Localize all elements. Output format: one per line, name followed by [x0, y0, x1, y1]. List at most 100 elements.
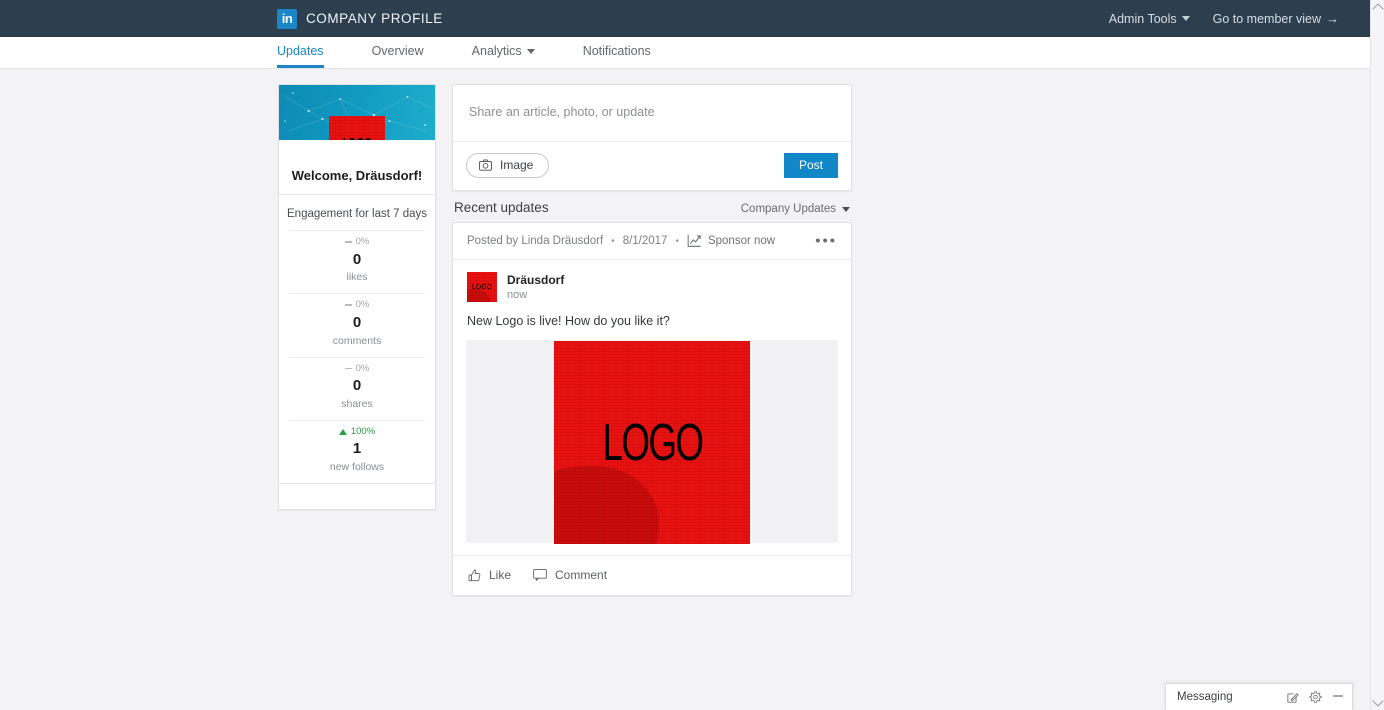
page-body: LOGO Welcome, Dräusdorf! Engagement for …: [0, 69, 1384, 597]
add-image-label: Image: [500, 158, 534, 172]
flat-trend-icon: [344, 241, 352, 243]
stat-new-follows-label: new follows: [329, 461, 385, 473]
company-avatar[interactable]: LOGO: [467, 272, 497, 303]
share-input[interactable]: Share an article, photo, or update: [453, 85, 851, 142]
tab-updates[interactable]: Updates: [277, 37, 324, 68]
stat-shares-delta-value: 0%: [355, 362, 370, 374]
tab-overview[interactable]: Overview: [372, 37, 424, 68]
like-label: Like: [489, 568, 512, 583]
post-card: Posted by Linda Dräusdorf • 8/1/2017 • S…: [452, 222, 852, 597]
stat-shares-label: shares: [341, 397, 373, 410]
sponsor-now-label: Sponsor now: [707, 235, 776, 247]
admin-tools-menu[interactable]: Admin Tools: [1109, 12, 1190, 26]
meta-separator-icon: •: [675, 235, 679, 247]
minimize-messaging-button[interactable]: [1332, 692, 1344, 702]
flat-trend-icon: [344, 304, 352, 306]
chevron-down-icon: [842, 206, 850, 212]
main-column: Share an article, photo, or update Image…: [452, 84, 852, 597]
camera-icon: [479, 159, 492, 171]
post-image-logo-text: LOGO: [602, 413, 704, 472]
messaging-actions: [1287, 691, 1344, 704]
stat-new-follows-value: 1: [352, 440, 362, 458]
trending-chart-icon: [687, 234, 701, 247]
page-scrollbar[interactable]: [1370, 0, 1384, 710]
stat-likes-label: likes: [346, 271, 368, 284]
company-summary-card: LOGO Welcome, Dräusdorf! Engagement for …: [278, 84, 436, 510]
post-company-name[interactable]: Dräusdorf: [507, 272, 564, 288]
sidebar: LOGO Welcome, Dräusdorf! Engagement for …: [278, 84, 436, 510]
tab-analytics[interactable]: Analytics: [472, 37, 535, 68]
company-logo: LOGO: [329, 116, 385, 140]
scroll-up-arrow-icon[interactable]: [1372, 3, 1384, 15]
company-banner: LOGO: [279, 85, 435, 140]
comment-button[interactable]: Comment: [533, 568, 607, 582]
recent-updates-header: Recent updates Company Updates: [452, 191, 852, 222]
brand[interactable]: in COMPANY PROFILE: [277, 0, 443, 37]
sponsor-now-button[interactable]: Sponsor now: [687, 234, 775, 248]
arrow-right-icon: →: [1326, 11, 1339, 26]
member-view-label: Go to member view: [1212, 11, 1321, 26]
compose-message-button[interactable]: [1287, 691, 1299, 703]
stat-comments-value: 0: [352, 313, 362, 331]
stat-comments-delta: 0%: [293, 300, 421, 310]
post-image-blob-decoration: [554, 465, 659, 544]
stat-likes-delta: 0%: [293, 237, 421, 247]
top-navigation-bar: in COMPANY PROFILE Admin Tools Go to mem…: [0, 0, 1384, 37]
chevron-down-icon: [1181, 16, 1190, 21]
sidebar-card-footer: [279, 483, 435, 509]
post-date: 8/1/2017: [622, 235, 668, 247]
page-title: COMPANY PROFILE: [306, 11, 443, 26]
gear-icon: [1309, 691, 1322, 703]
linkedin-logo-icon: in: [277, 8, 297, 29]
stat-comments-delta-value: 0%: [355, 299, 370, 311]
stat-likes: 0% 0 likes: [289, 230, 425, 293]
tab-analytics-label: Analytics: [471, 44, 522, 58]
share-box: Share an article, photo, or update Image…: [452, 84, 852, 191]
updates-filter-dropdown[interactable]: Company Updates: [741, 203, 850, 215]
minimize-icon: [1333, 695, 1343, 697]
post-author-byline: Posted by Linda Dräusdorf: [467, 235, 604, 247]
like-button[interactable]: Like: [468, 568, 511, 582]
stat-comments: 0% 0 comments: [289, 293, 425, 356]
stat-new-follows-delta-value: 100%: [350, 425, 376, 437]
scroll-down-arrow-icon[interactable]: [1372, 695, 1384, 707]
post-more-options-button[interactable]: •••: [815, 234, 837, 249]
messaging-panel[interactable]: Messaging: [1165, 683, 1353, 710]
flat-trend-icon: [344, 367, 352, 369]
up-trend-icon: [338, 428, 347, 435]
stat-new-follows-delta: 100%: [293, 427, 421, 437]
chevron-down-icon: [526, 48, 535, 54]
post-actions: Like Comment: [453, 555, 851, 595]
post-button[interactable]: Post: [783, 153, 838, 178]
post-meta: Posted by Linda Dräusdorf • 8/1/2017 • S…: [453, 223, 851, 260]
tab-bar: Updates Overview Analytics Notifications: [0, 37, 1384, 69]
updates-filter-label: Company Updates: [740, 203, 836, 215]
stat-new-follows: 100% 1 new follows: [289, 419, 425, 483]
recent-updates-title: Recent updates: [454, 200, 549, 215]
comment-bubble-icon: [533, 569, 547, 582]
go-to-member-view-link[interactable]: Go to member view →: [1213, 12, 1339, 26]
comment-label: Comment: [555, 568, 608, 583]
messaging-title: Messaging: [1177, 691, 1233, 703]
post-author-row: LOGO Dräusdorf now: [453, 260, 851, 311]
stat-comments-label: comments: [332, 334, 382, 347]
add-image-button[interactable]: Image: [466, 153, 550, 178]
tab-notifications[interactable]: Notifications: [583, 37, 651, 68]
post-image[interactable]: LOGO: [554, 340, 750, 544]
tab-notifications-label: Notifications: [582, 44, 651, 58]
thumbs-up-icon: [468, 569, 481, 582]
stat-likes-value: 0: [352, 250, 362, 268]
post-author-info: Dräusdorf now: [507, 272, 564, 302]
post-image-container: LOGO: [466, 340, 838, 544]
messaging-settings-button[interactable]: [1309, 691, 1322, 704]
stat-shares-value: 0: [352, 377, 362, 394]
company-logo-text: LOGO: [342, 137, 372, 141]
top-nav-actions: Admin Tools Go to member view →: [1109, 12, 1339, 26]
post-text: New Logo is live! How do you like it?: [467, 314, 670, 329]
stat-likes-delta-value: 0%: [355, 236, 370, 247]
welcome-heading: Welcome, Dräusdorf!: [279, 140, 435, 195]
avatar-blob-decoration: [467, 289, 490, 303]
post-timestamp: now: [507, 289, 528, 302]
share-actions: Image Post: [453, 142, 851, 190]
compose-icon: [1287, 693, 1299, 703]
